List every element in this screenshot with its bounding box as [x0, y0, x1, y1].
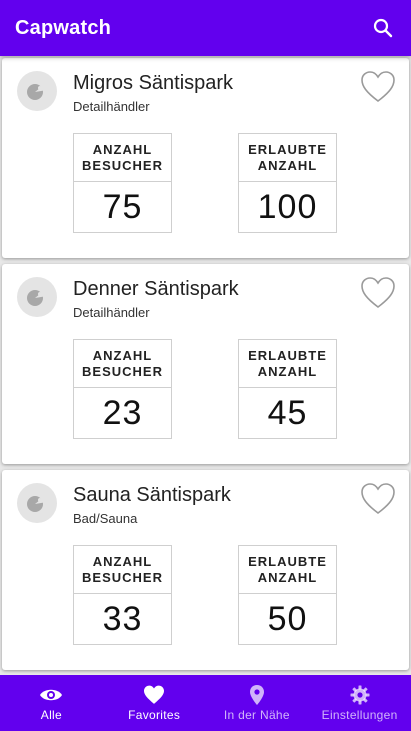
allowed-box: ERLAUBTE ANZAHL 45 [238, 339, 337, 439]
allowed-count: 45 [267, 393, 308, 432]
place-list[interactable]: Migros Säntispark Detailhändler ANZAHL BE… [0, 56, 411, 675]
favorite-heart-icon[interactable] [360, 276, 396, 310]
nav-label: Favorites [128, 708, 181, 722]
location-pin-icon [245, 684, 269, 706]
eye-icon [39, 684, 63, 706]
nav-item-favorites[interactable]: Favorites [103, 675, 206, 731]
place-avatar [17, 277, 57, 317]
place-card[interactable]: Sauna Säntispark Bad/Sauna ANZAHL BESUCHE… [2, 470, 409, 670]
allowed-count: 50 [267, 599, 308, 638]
allowed-label: ERLAUBTE ANZAHL [239, 546, 336, 594]
nav-label: Einstellungen [321, 708, 398, 722]
gear-icon [348, 684, 372, 706]
nav-label: Alle [40, 708, 62, 722]
place-category: Detailhändler [73, 305, 150, 320]
shop-icon [27, 84, 47, 100]
nav-item-settings[interactable]: Einstellungen [308, 675, 411, 731]
visitors-count: 23 [102, 393, 143, 432]
favorite-heart-icon[interactable] [360, 70, 396, 104]
search-icon[interactable] [371, 16, 395, 40]
bottom-navigation: Alle Favorites In der Nähe Einstellungen [0, 675, 411, 731]
shop-icon [27, 290, 47, 306]
visitors-label: ANZAHL BESUCHER [74, 340, 171, 388]
place-category: Detailhändler [73, 99, 150, 114]
visitors-count: 75 [102, 187, 143, 226]
place-name: Migros Säntispark [73, 72, 234, 94]
heart-icon [142, 684, 166, 706]
visitors-count: 33 [102, 599, 143, 638]
nav-item-alle[interactable]: Alle [0, 675, 103, 731]
place-category: Bad/Sauna [73, 511, 138, 526]
place-avatar [17, 71, 57, 111]
nav-label: In der Nähe [223, 708, 290, 722]
visitors-label: ANZAHL BESUCHER [74, 546, 171, 594]
place-name: Sauna Säntispark [73, 484, 231, 506]
allowed-label: ERLAUBTE ANZAHL [239, 134, 336, 182]
place-name: Denner Säntispark [73, 278, 239, 300]
allowed-count: 100 [257, 187, 318, 226]
visitors-label: ANZAHL BESUCHER [74, 134, 171, 182]
allowed-box: ERLAUBTE ANZAHL 50 [238, 545, 337, 645]
place-card[interactable]: Migros Säntispark Detailhändler ANZAHL BE… [2, 58, 409, 258]
nav-item-nearby[interactable]: In der Nähe [206, 675, 309, 731]
visitors-box: ANZAHL BESUCHER 33 [73, 545, 172, 645]
visitors-box: ANZAHL BESUCHER 23 [73, 339, 172, 439]
visitors-box: ANZAHL BESUCHER 75 [73, 133, 172, 233]
app-title: Capwatch [15, 16, 112, 39]
place-card[interactable]: Denner Säntispark Detailhändler ANZAHL BE… [2, 264, 409, 464]
favorite-heart-icon[interactable] [360, 482, 396, 516]
shop-icon [27, 496, 47, 512]
place-avatar [17, 483, 57, 523]
allowed-box: ERLAUBTE ANZAHL 100 [238, 133, 337, 233]
allowed-label: ERLAUBTE ANZAHL [239, 340, 336, 388]
app-bar: Capwatch [0, 0, 411, 56]
